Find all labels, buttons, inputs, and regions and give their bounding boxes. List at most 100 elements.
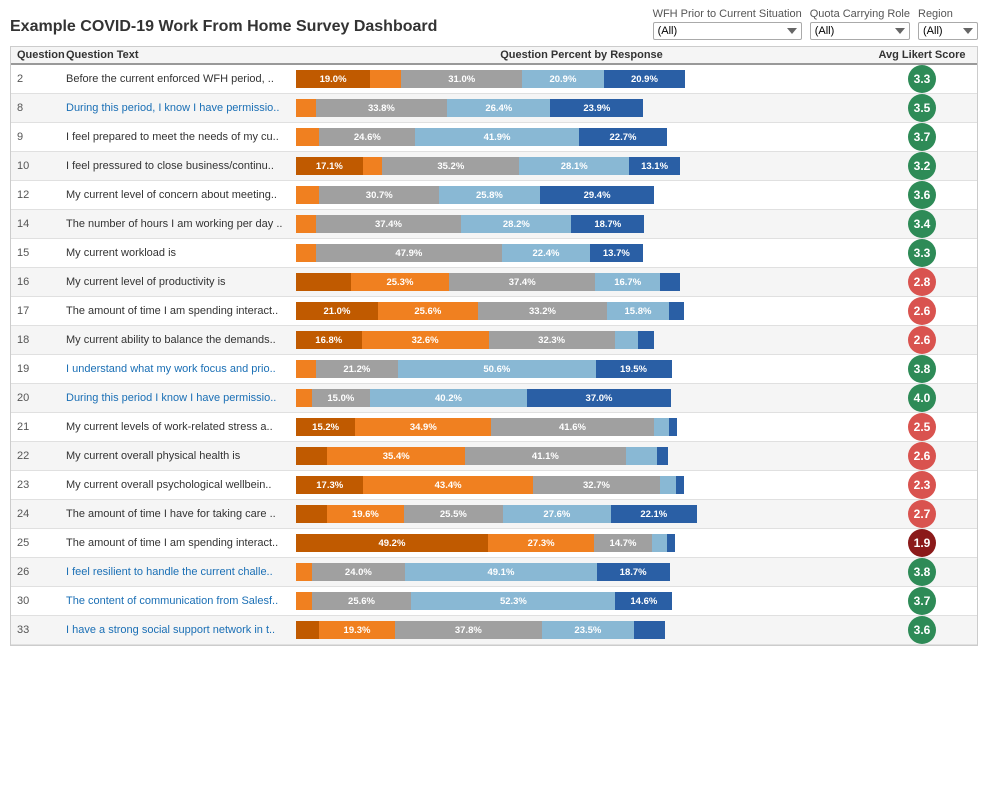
bar-segment: [657, 447, 669, 465]
cell-question-num: 26: [11, 566, 66, 578]
cell-question-num: 15: [11, 247, 66, 259]
cell-question-num: 19: [11, 363, 66, 375]
table-row: 33I have a strong social support network…: [11, 616, 977, 645]
bar-segment: 28.1%: [519, 157, 629, 175]
bar-segment: [654, 418, 670, 436]
bar-segment: [296, 244, 316, 262]
table-row: 30The content of communication from Sale…: [11, 587, 977, 616]
bar-segment: 20.9%: [522, 70, 604, 88]
bar-segment: 15.8%: [607, 302, 669, 320]
score-circle: 3.8: [908, 558, 936, 586]
cell-chart: 15.0%40.2%37.0%: [296, 387, 867, 409]
bar-segment: [296, 447, 327, 465]
bar-segment: [669, 302, 685, 320]
bar-segment: 18.7%: [597, 563, 670, 581]
cell-question-num: 10: [11, 160, 66, 172]
bar-segment: 47.9%: [316, 244, 503, 262]
cell-question-num: 18: [11, 334, 66, 346]
bar-segment: 37.0%: [527, 389, 671, 407]
cell-score: 2.6: [867, 297, 977, 325]
bar-segment: 23.9%: [550, 99, 643, 117]
bar-segment: 19.6%: [327, 505, 403, 523]
cell-chart: 37.4%28.2%18.7%: [296, 213, 867, 235]
bar-segment: 16.8%: [296, 331, 362, 349]
bar-segment: 27.3%: [488, 534, 594, 552]
cell-chart: 17.3%43.4%32.7%: [296, 474, 867, 496]
bar-segment: 19.0%: [296, 70, 370, 88]
score-circle: 2.3: [908, 471, 936, 499]
bar-segment: 25.5%: [404, 505, 503, 523]
score-circle: 3.7: [908, 587, 936, 615]
cell-question-text: I feel prepared to meet the needs of my …: [66, 131, 296, 143]
cell-question-num: 8: [11, 102, 66, 114]
bar-segment: [615, 331, 638, 349]
bar-segment: [296, 128, 319, 146]
score-circle: 3.2: [908, 152, 936, 180]
header-score: Avg Likert Score: [867, 49, 977, 61]
region-filter-select[interactable]: (All): [918, 22, 978, 40]
cell-chart: 24.6%41.9%22.7%: [296, 126, 867, 148]
cell-chart: 24.0%49.1%18.7%: [296, 561, 867, 583]
bar-segment: 27.6%: [503, 505, 611, 523]
cell-score: 3.8: [867, 355, 977, 383]
score-circle: 3.4: [908, 210, 936, 238]
bar-segment: [296, 563, 312, 581]
header-question: Question: [11, 49, 66, 61]
cell-question-num: 30: [11, 595, 66, 607]
wfh-filter-select[interactable]: (All): [653, 22, 802, 40]
bar-segment: 25.8%: [439, 186, 540, 204]
filters-container: WFH Prior to Current Situation (All) Quo…: [653, 8, 978, 40]
cell-score: 3.5: [867, 94, 977, 122]
quota-filter-select[interactable]: (All): [810, 22, 910, 40]
bar-segment: [669, 418, 677, 436]
bar-segment: 16.7%: [595, 273, 660, 291]
cell-question-num: 9: [11, 131, 66, 143]
cell-chart: 33.8%26.4%23.9%: [296, 97, 867, 119]
cell-question-num: 25: [11, 537, 66, 549]
bar-segment: 21.0%: [296, 302, 378, 320]
header-row: Example COVID-19 Work From Home Survey D…: [10, 8, 978, 40]
cell-question-text: My current levels of work-related stress…: [66, 421, 296, 433]
cell-question-num: 14: [11, 218, 66, 230]
bar-segment: [296, 186, 319, 204]
cell-question-num: 22: [11, 450, 66, 462]
bar-segment: [634, 621, 665, 639]
table-row: 8During this period, I know I have permi…: [11, 94, 977, 123]
score-circle: 2.6: [908, 326, 936, 354]
cell-chart: 19.3%37.8%23.5%: [296, 619, 867, 641]
score-circle: 2.8: [908, 268, 936, 296]
cell-chart: 16.8%32.6%32.3%: [296, 329, 867, 351]
bar-segment: 25.6%: [312, 592, 412, 610]
cell-question-num: 21: [11, 421, 66, 433]
region-filter-group: Region (All): [918, 8, 978, 40]
score-circle: 4.0: [908, 384, 936, 412]
bar-segment: 17.3%: [296, 476, 363, 494]
cell-question-text: I feel pressured to close business/conti…: [66, 160, 296, 172]
main-table: Question Question Text Question Percent …: [10, 46, 978, 646]
cell-score: 2.8: [867, 268, 977, 296]
cell-chart: 25.6%52.3%14.6%: [296, 590, 867, 612]
table-row: 18My current ability to balance the dema…: [11, 326, 977, 355]
header-chart: Question Percent by Response: [296, 49, 867, 61]
bar-segment: 29.4%: [540, 186, 655, 204]
cell-score: 3.6: [867, 181, 977, 209]
score-circle: 2.7: [908, 500, 936, 528]
cell-question-text: My current level of productivity is: [66, 276, 296, 288]
cell-question-num: 16: [11, 276, 66, 288]
cell-score: 3.2: [867, 152, 977, 180]
bar-segment: [296, 360, 316, 378]
cell-question-text: My current ability to balance the demand…: [66, 334, 296, 346]
cell-chart: 19.6%25.5%27.6%22.1%: [296, 503, 867, 525]
quota-filter-group: Quota Carrying Role (All): [810, 8, 910, 40]
cell-score: 3.7: [867, 587, 977, 615]
table-row: 9I feel prepared to meet the needs of my…: [11, 123, 977, 152]
bar-segment: [626, 447, 657, 465]
cell-score: 3.8: [867, 558, 977, 586]
table-row: 16My current level of productivity is25.…: [11, 268, 977, 297]
bar-segment: [296, 592, 312, 610]
bar-segment: 35.2%: [382, 157, 519, 175]
bar-segment: 33.2%: [478, 302, 607, 320]
bar-segment: 26.4%: [447, 99, 550, 117]
bar-segment: 28.2%: [461, 215, 571, 233]
cell-score: 1.9: [867, 529, 977, 557]
